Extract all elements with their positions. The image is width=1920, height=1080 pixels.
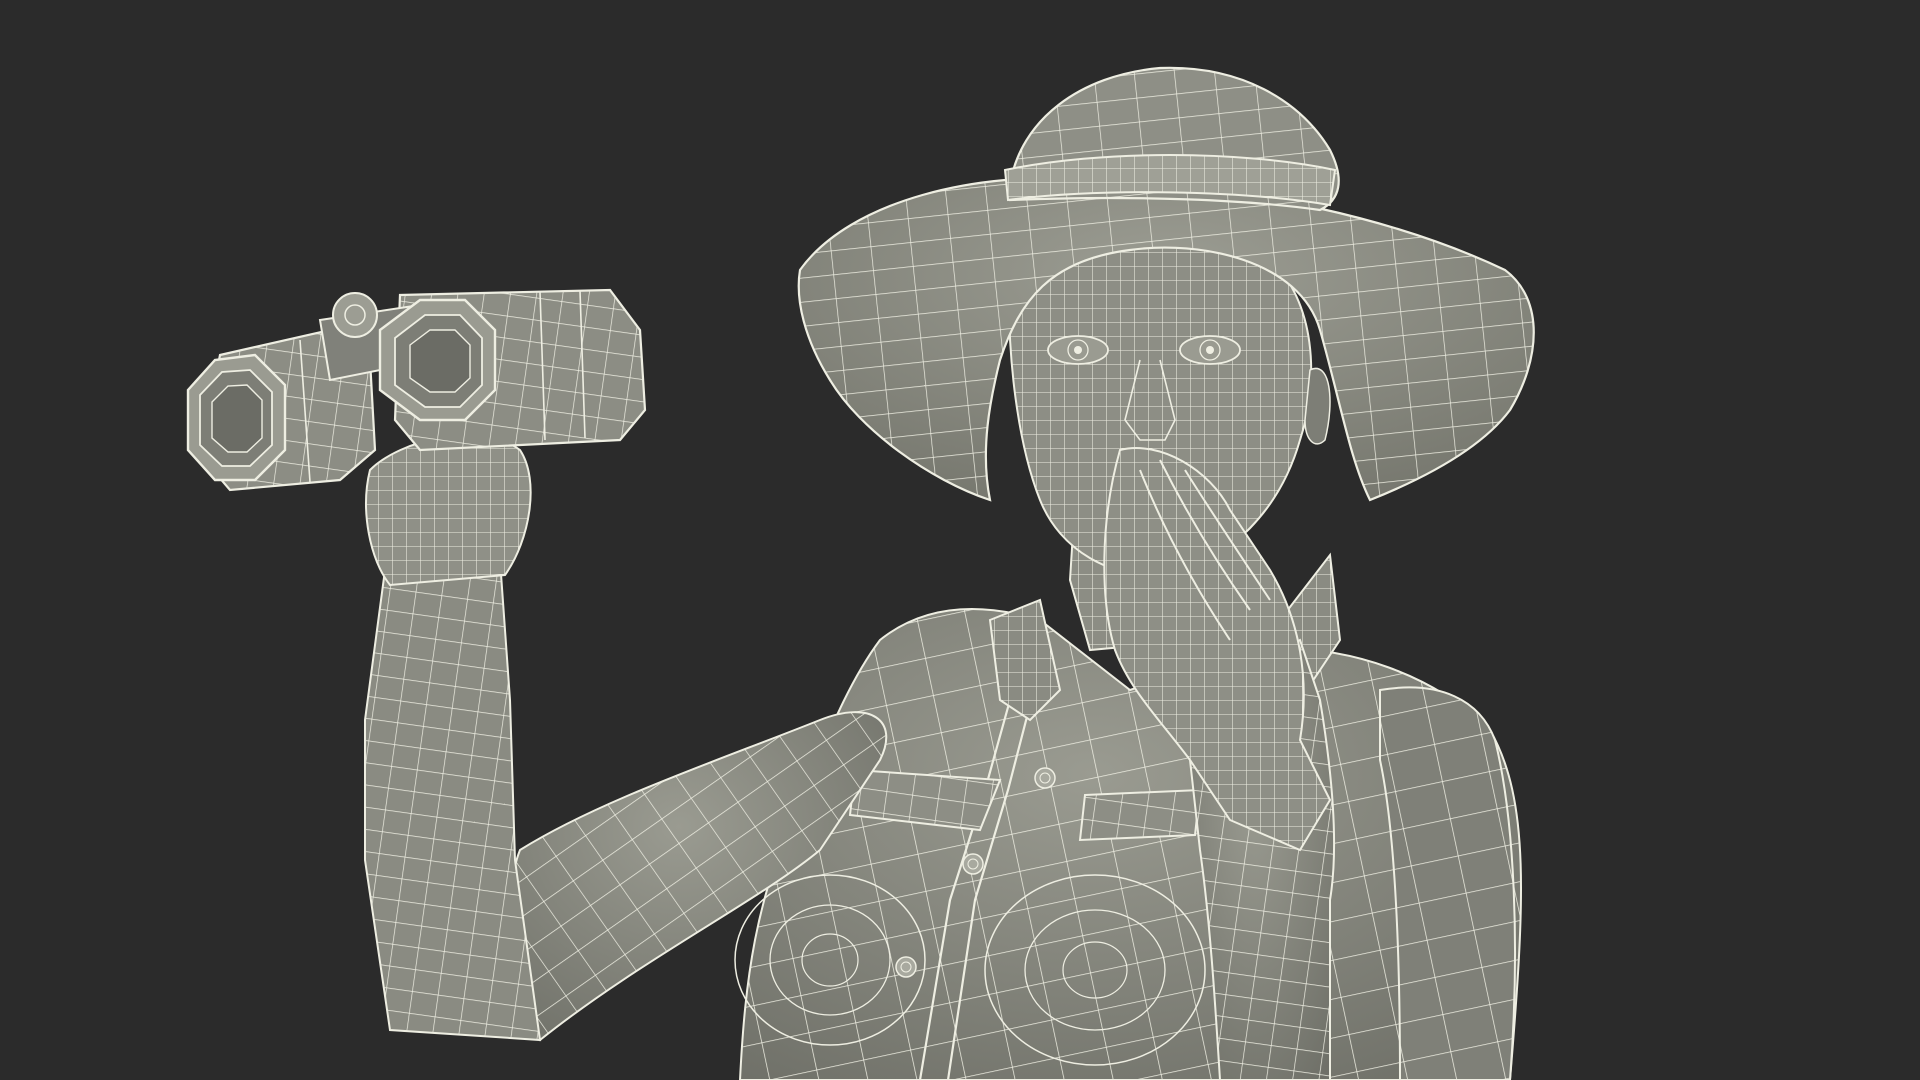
shirt-button-icon [895,956,917,978]
shirt-button-icon [962,853,984,875]
right-eye-icon [1179,335,1241,365]
render-viewport [0,0,1920,1080]
wireframe-render [186,66,1535,1080]
left-eye-icon [1047,335,1109,365]
shirt-button-icon [1034,767,1056,789]
